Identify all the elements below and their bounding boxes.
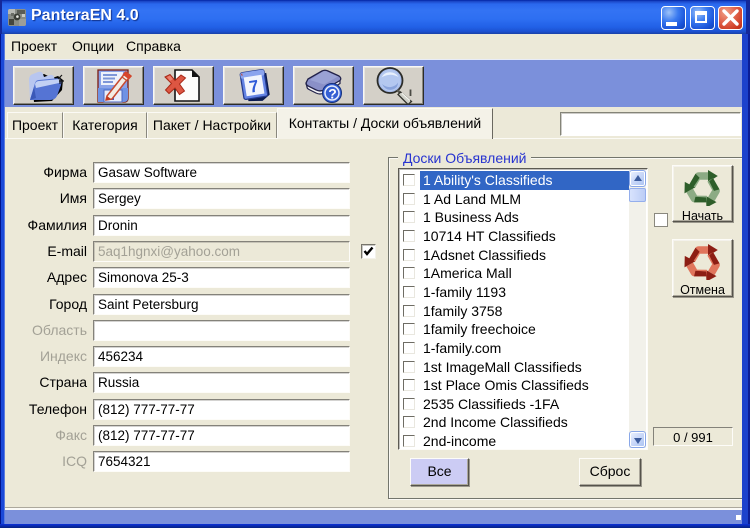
svg-text:?: ? [328, 85, 337, 101]
